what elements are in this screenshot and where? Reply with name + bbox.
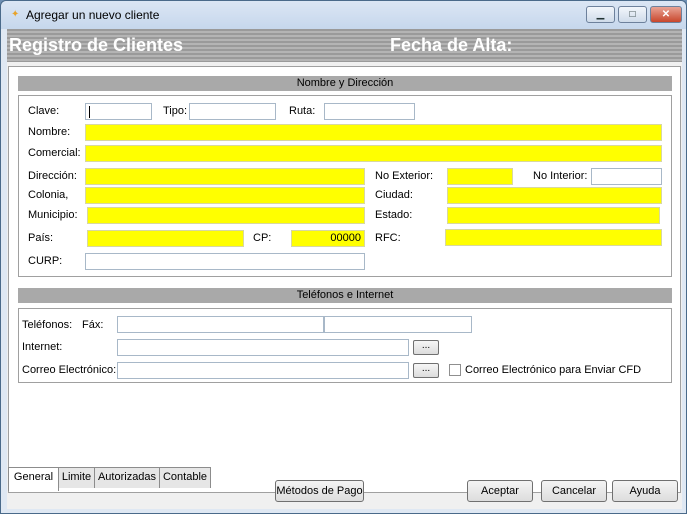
colonia-input[interactable]	[85, 187, 365, 204]
tab-contable[interactable]: Contable	[159, 467, 211, 488]
direccion-input[interactable]	[85, 168, 365, 185]
accept-button[interactable]: Aceptar	[467, 480, 533, 502]
maximize-button[interactable]: □	[618, 6, 647, 23]
pais-input[interactable]	[87, 230, 244, 247]
nombre-label: Nombre:	[28, 126, 71, 138]
header-banner: Registro de Clientes Fecha de Alta:	[7, 29, 682, 62]
comercial-input[interactable]	[85, 145, 662, 162]
curp-input[interactable]	[85, 253, 365, 270]
rfc-input[interactable]	[445, 229, 662, 246]
cfd-checkbox[interactable]	[449, 364, 461, 376]
tab-content: Nombre y Dirección Clave: Tipo: Ruta: No…	[8, 66, 681, 493]
colonia-label: Colonia,	[28, 189, 69, 201]
ruta-input[interactable]	[324, 103, 415, 120]
text-cursor	[89, 106, 90, 118]
estado-label: Estado:	[375, 209, 413, 221]
pais-label: País:	[28, 232, 54, 244]
fax-label: Fáx:	[82, 319, 104, 331]
app-icon: ✦	[11, 9, 20, 20]
direccion-label: Dirección:	[28, 170, 77, 182]
cp-label: CP:	[253, 232, 272, 244]
municipio-label: Municipio:	[28, 209, 78, 221]
internet-input[interactable]	[117, 339, 409, 356]
address-group: Clave: Tipo: Ruta: Nombre: Comercial: Di…	[18, 95, 672, 277]
telefonos-input[interactable]	[117, 316, 324, 333]
tab-limite[interactable]: Limite	[58, 467, 95, 488]
date-label: Fecha de Alta:	[390, 35, 513, 55]
dialog-body: Registro de Clientes Fecha de Alta: Nomb…	[7, 29, 682, 509]
ciudad-input[interactable]	[447, 187, 662, 204]
estado-input[interactable]	[447, 207, 660, 224]
window-title: Agregar un nuevo cliente	[26, 8, 160, 22]
help-button[interactable]: Ayuda	[612, 480, 678, 502]
tipo-input[interactable]	[189, 103, 276, 120]
fax-input[interactable]	[324, 316, 472, 333]
title-bar[interactable]: ✦ Agregar un nuevo cliente ▁ □ ✕	[1, 1, 686, 29]
tab-autorizadas[interactable]: Autorizadas	[94, 467, 160, 488]
metodos-pago-button[interactable]: Métodos de Pago	[275, 480, 364, 502]
cancel-button[interactable]: Cancelar	[541, 480, 607, 502]
no-interior-input[interactable]	[591, 168, 662, 185]
clave-label: Clave:	[28, 105, 60, 117]
contact-group: Teléfonos: Fáx: Internet: ... Correo Ele…	[18, 308, 672, 383]
window: ✦ Agregar un nuevo cliente ▁ □ ✕ Registr…	[0, 0, 687, 514]
cp-input[interactable]: 00000	[291, 230, 365, 247]
telefonos-label: Teléfonos:	[22, 319, 73, 331]
no-exterior-label: No Exterior:	[375, 170, 434, 182]
curp-label: CURP:	[28, 255, 63, 267]
cfd-checkbox-label[interactable]: Correo Electrónico para Enviar CFD	[465, 364, 641, 376]
ciudad-label: Ciudad:	[375, 189, 413, 201]
comercial-label: Comercial:	[28, 147, 81, 159]
clave-input[interactable]	[85, 103, 152, 120]
minimize-button[interactable]: ▁	[586, 6, 615, 23]
tipo-label: Tipo:	[163, 105, 188, 117]
internet-label: Internet:	[22, 341, 63, 353]
correo-label: Correo Electrónico:	[22, 364, 117, 376]
municipio-input[interactable]	[87, 207, 365, 224]
no-exterior-input[interactable]	[447, 168, 513, 185]
nombre-input[interactable]	[85, 124, 662, 141]
section-name-address: Nombre y Dirección	[18, 76, 672, 91]
ruta-label: Ruta:	[289, 105, 316, 117]
section-name-contact: Teléfonos e Internet	[18, 288, 672, 303]
correo-input[interactable]	[117, 362, 409, 379]
close-button[interactable]: ✕	[650, 6, 682, 23]
correo-browse-button[interactable]: ...	[413, 363, 439, 378]
no-interior-label: No Interior:	[533, 170, 588, 182]
rfc-label: RFC:	[375, 232, 401, 244]
internet-browse-button[interactable]: ...	[413, 340, 439, 355]
tab-general[interactable]: General	[8, 467, 59, 491]
page-title: Registro de Clientes	[9, 35, 184, 55]
